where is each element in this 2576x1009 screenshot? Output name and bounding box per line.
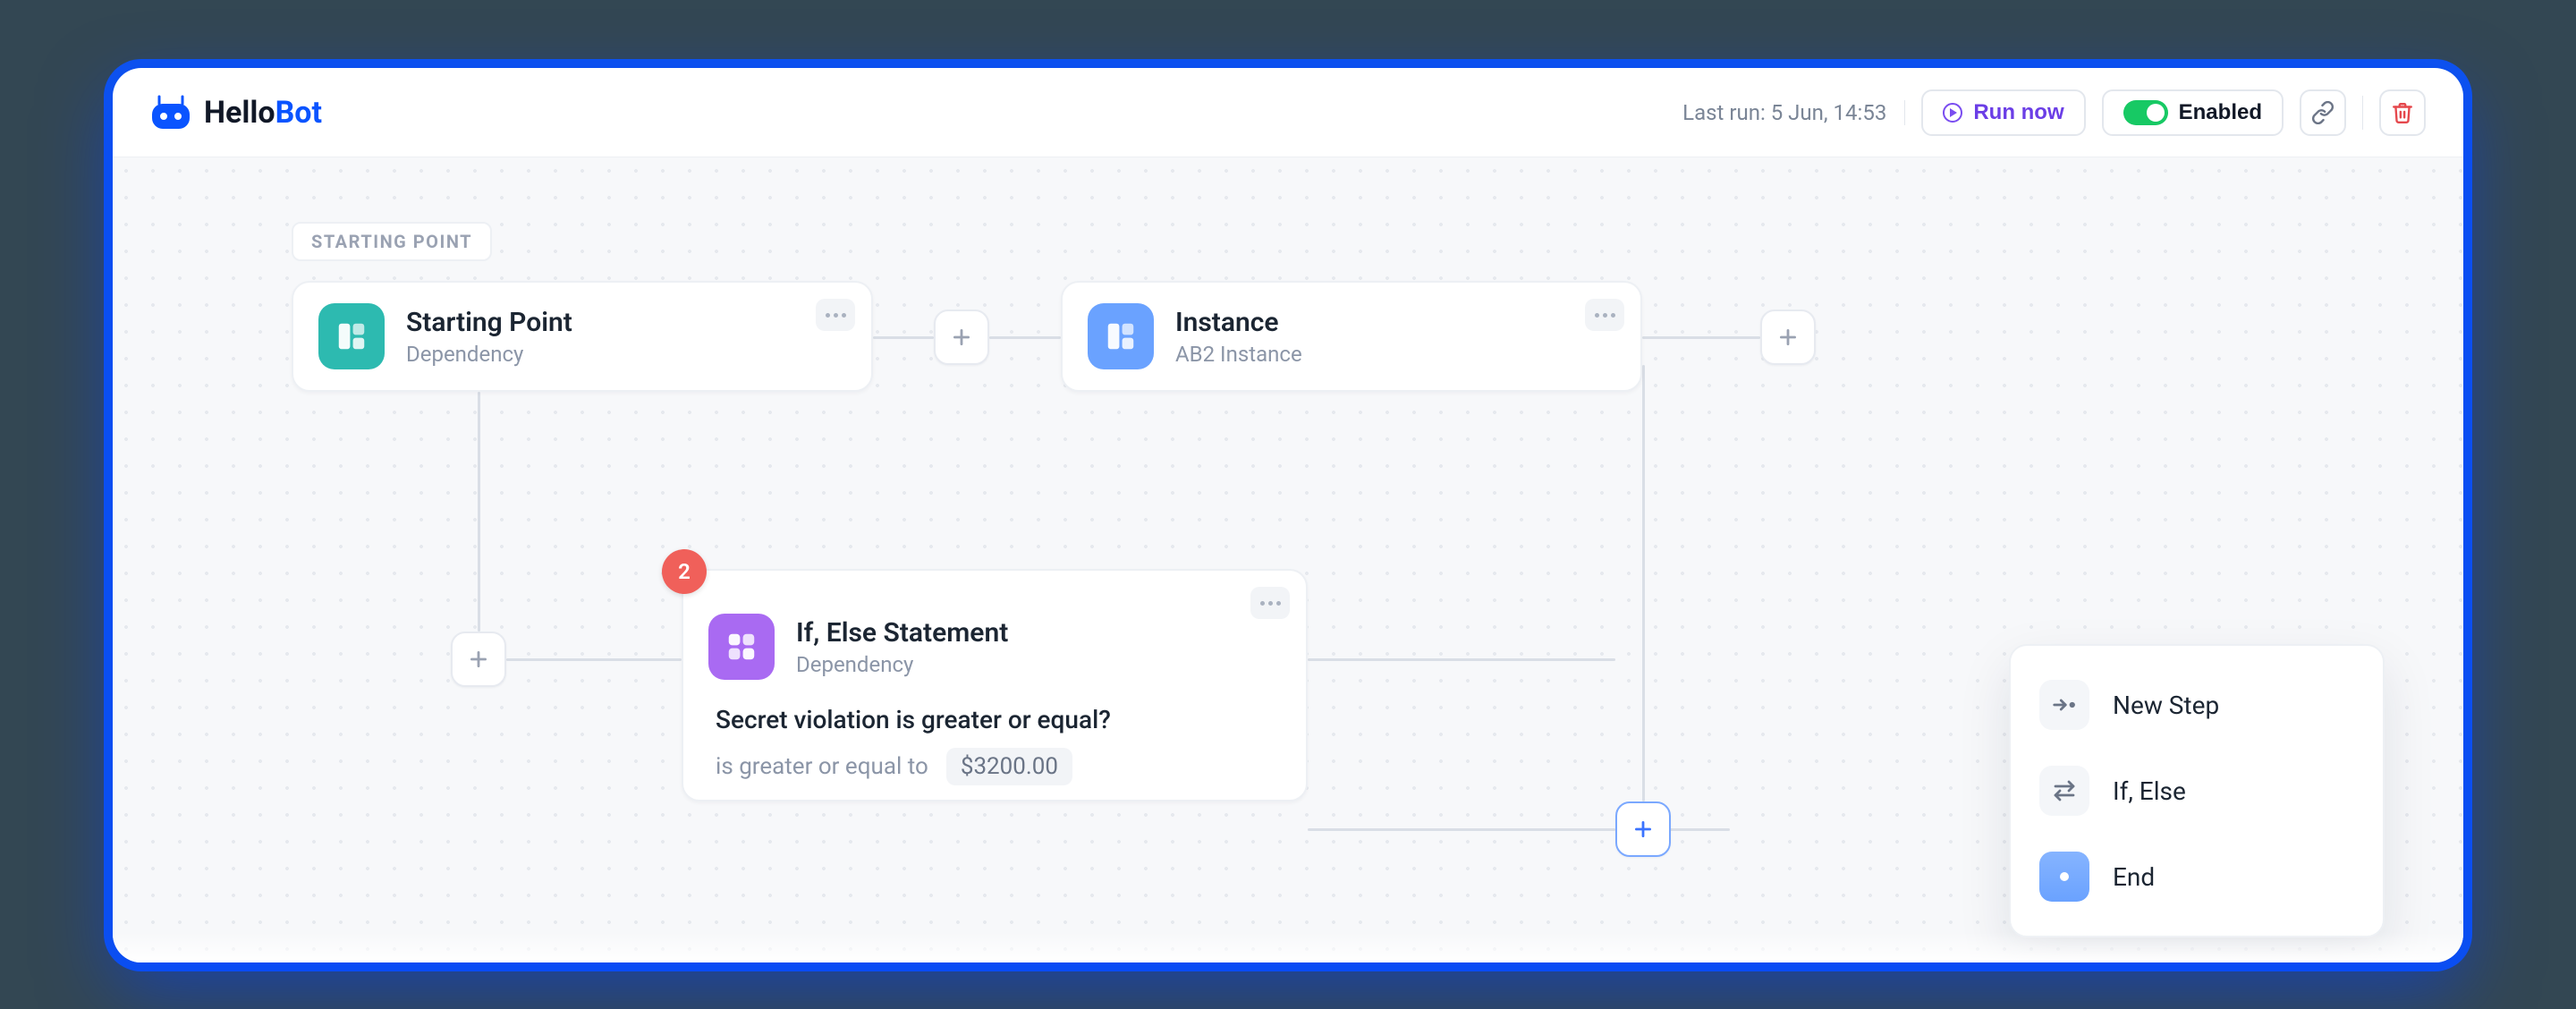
brand-second: Bot [275,95,322,131]
node-subtitle: AB2 Instance [1175,342,1302,367]
error-count-badge: 2 [662,549,707,594]
menu-item-new-step[interactable]: New Step [2011,662,2383,748]
condition-value[interactable]: $3200.00 [946,748,1072,785]
condition-question: Secret violation is greater or equal? [716,705,1111,734]
enabled-label: Enabled [2179,100,2262,125]
add-step-button[interactable] [934,309,989,365]
arrow-to-dot-icon [2039,680,2089,730]
menu-item-label: If, Else [2113,776,2186,806]
node-more-button[interactable] [1250,587,1290,619]
connector [506,658,682,661]
run-now-label: Run now [1973,100,2063,125]
tile-icon [318,303,385,369]
bot-logo-icon [150,95,191,131]
node-more-button[interactable] [816,299,855,331]
brand-first: Hello [204,95,275,131]
menu-item-label: New Step [2113,691,2219,720]
menu-item-if-else[interactable]: If, Else [2011,748,2383,834]
add-step-menu: New Step If, Else End [2009,644,2385,937]
node-text: Starting Point Dependency [406,307,572,367]
add-step-button[interactable] [451,632,506,687]
node-subtitle: Dependency [796,652,1008,677]
divider [2362,96,2363,130]
run-now-button[interactable]: Run now [1921,89,2085,136]
connector [1642,336,1760,339]
app-window: HelloBot Last run: 5 Jun, 14:53 Run now … [113,68,2463,962]
node-title: Starting Point [406,307,572,338]
last-run-label: Last run: 5 Jun, 14:53 [1682,100,1905,125]
connector [1308,828,1615,831]
connector [478,392,480,632]
connector [1642,365,1645,801]
node-starting-point[interactable]: Starting Point Dependency [292,281,873,392]
connector [873,336,934,339]
flow-canvas[interactable]: STARTING POINT Starting Point Dependency [113,157,2463,962]
brand-name: HelloBot [204,95,322,131]
add-step-button-active[interactable] [1615,801,1671,857]
menu-item-end[interactable]: End [2011,834,2383,920]
node-title: If, Else Statement [796,617,1008,649]
connector [989,336,1061,339]
header: HelloBot Last run: 5 Jun, 14:53 Run now … [113,68,2463,157]
enabled-toggle-button[interactable]: Enabled [2102,89,2284,136]
tile-icon [1088,303,1154,369]
share-link-button[interactable] [2300,89,2346,136]
trash-icon [2391,101,2414,124]
brand: HelloBot [150,95,322,131]
header-actions: Last run: 5 Jun, 14:53 Run now Enabled [1682,89,2426,136]
swap-icon [2039,766,2089,816]
condition-operator: is greater or equal to [716,753,928,780]
node-subtitle: Dependency [406,342,572,367]
node-instance[interactable]: Instance AB2 Instance [1061,281,1642,392]
bottom-fade [113,932,2463,962]
toggle-on-icon [2123,100,2168,125]
starting-point-tag: STARTING POINT [292,222,492,261]
menu-item-label: End [2113,862,2155,892]
node-more-button[interactable] [1585,299,1624,331]
node-text: If, Else Statement Dependency [796,617,1008,677]
node-text: Instance AB2 Instance [1175,307,1302,367]
delete-button[interactable] [2379,89,2426,136]
connector [1669,828,1730,831]
node-if-else[interactable]: 2 If, Else Statement Dependency Secret v… [682,569,1308,801]
play-icon [1943,103,1962,123]
tile-icon [708,614,775,680]
condition-operator-row: is greater or equal to $3200.00 [716,748,1072,785]
link-icon [2311,101,2334,124]
end-dot-icon [2039,852,2089,902]
add-step-button[interactable] [1760,309,1816,365]
node-title: Instance [1175,307,1302,338]
connector [1308,658,1615,661]
